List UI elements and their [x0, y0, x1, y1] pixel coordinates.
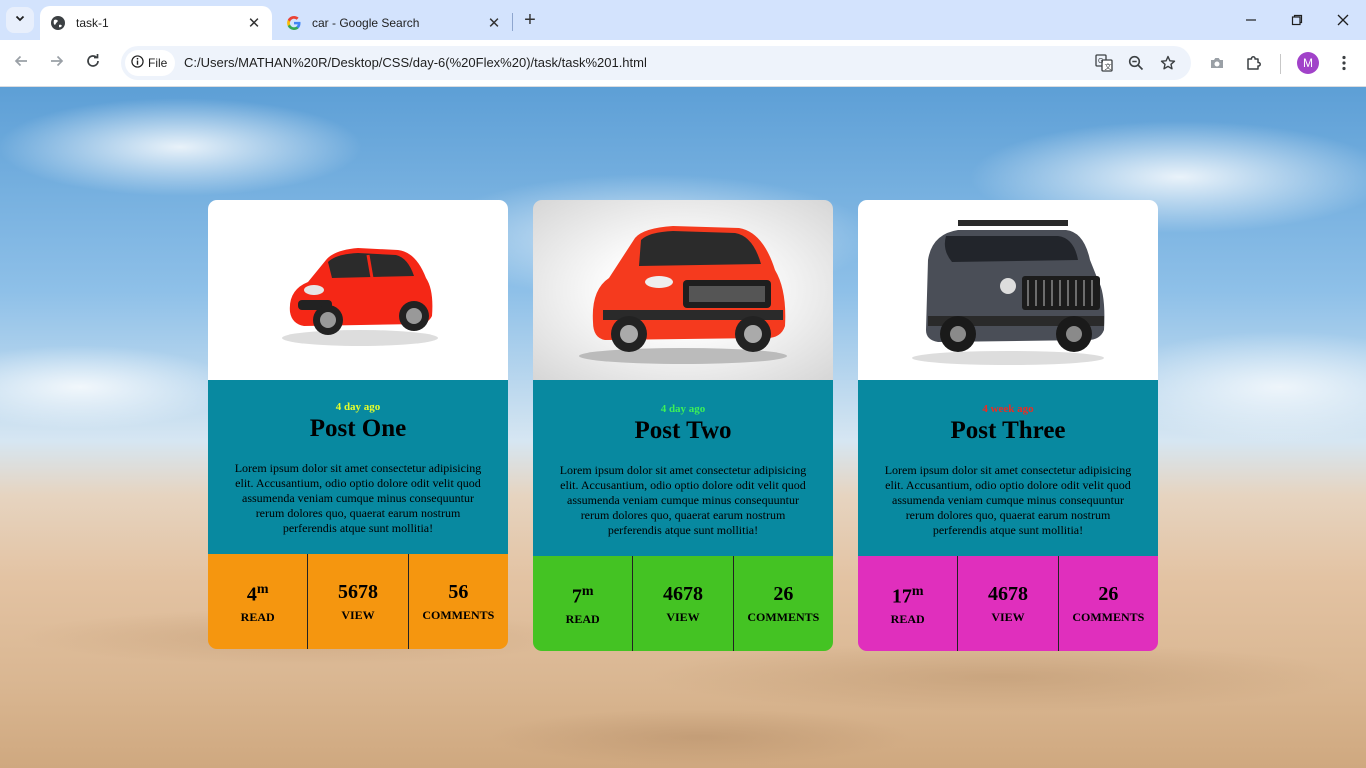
read-unit: m	[256, 581, 269, 597]
file-label: File	[148, 56, 168, 70]
post-card-3: 4 week ago Post Three Lorem ipsum dolor …	[858, 200, 1158, 651]
post-age: 4 day ago	[335, 401, 381, 413]
comments-value: 26	[773, 583, 794, 605]
info-icon	[131, 55, 144, 71]
bookmark-star-icon[interactable]	[1157, 52, 1179, 74]
gray-offroader-car-icon	[912, 220, 1105, 365]
tab-title: task-1	[76, 16, 109, 30]
comments-value: 26	[1098, 583, 1119, 605]
chevron-down-icon	[14, 11, 26, 29]
post-text: Lorem ipsum dolor sit amet consectetur a…	[559, 463, 807, 537]
stat-comments: 26 COMMENTS	[1059, 556, 1158, 651]
red-suv-car-icon	[579, 226, 787, 364]
card-body: 4 week ago Post Three Lorem ipsum dolor …	[858, 380, 1158, 556]
forward-button[interactable]	[44, 50, 70, 76]
post-text: Lorem ipsum dolor sit amet consectetur a…	[234, 461, 482, 535]
read-label: READ	[565, 612, 600, 627]
toolbar-divider	[1280, 54, 1281, 74]
tab-search-button[interactable]	[6, 7, 34, 33]
tab-strip: task-1 ✕ car - Google Search ✕ +	[0, 0, 1366, 40]
restore-button[interactable]	[1274, 0, 1320, 40]
view-label: VIEW	[991, 610, 1025, 624]
globe-icon	[50, 15, 66, 31]
close-tab-icon[interactable]: ✕	[244, 13, 264, 33]
read-unit: m	[911, 583, 924, 599]
card-body: 4 day ago Post One Lorem ipsum dolor sit…	[208, 380, 508, 554]
comments-label: COMMENTS	[747, 610, 820, 624]
google-icon	[286, 15, 302, 31]
more-menu-icon[interactable]	[1333, 52, 1355, 74]
stat-view: 4678 VIEW	[633, 556, 734, 651]
post-card-1: 4 day ago Post One Lorem ipsum dolor sit…	[208, 200, 508, 649]
stat-read: 4m READ	[208, 554, 309, 649]
translate-icon[interactable]: G文	[1093, 52, 1115, 74]
car-image	[533, 200, 833, 380]
read-label: READ	[240, 610, 275, 625]
extensions-icon[interactable]	[1243, 52, 1265, 74]
tab-title: car - Google Search	[312, 16, 420, 30]
view-value: 4678	[987, 583, 1028, 605]
read-number: 17	[891, 585, 912, 608]
post-title: Post Two	[634, 417, 732, 444]
card-body: 4 day ago Post Two Lorem ipsum dolor sit…	[533, 380, 833, 556]
browser-toolbar: File C:/Users/MATHAN%20R/Desktop/CSS/day…	[0, 40, 1366, 87]
view-value: 4678	[662, 583, 703, 605]
read-number: 7	[571, 585, 582, 608]
page-viewport: 4 day ago Post One Lorem ipsum dolor sit…	[0, 87, 1366, 768]
read-unit: m	[581, 583, 594, 599]
read-value: 4m	[247, 578, 269, 607]
read-value: 7m	[572, 580, 594, 609]
tab-task-1[interactable]: task-1 ✕	[40, 6, 272, 40]
tab-car-google-search[interactable]: car - Google Search ✕	[276, 6, 512, 40]
read-number: 4	[246, 583, 257, 606]
post-title: Post Three	[950, 417, 1066, 444]
new-tab-button[interactable]: +	[519, 9, 541, 31]
post-stats: 7m READ 4678 VIEW 26 COMMENTS	[533, 556, 833, 651]
post-text: Lorem ipsum dolor sit amet consectetur a…	[884, 463, 1132, 537]
post-age: 4 day ago	[660, 403, 706, 415]
stat-view: 5678 VIEW	[308, 554, 409, 649]
zoom-icon[interactable]	[1125, 52, 1147, 74]
post-card-2: 4 day ago Post Two Lorem ipsum dolor sit…	[533, 200, 833, 651]
stat-read: 7m READ	[533, 556, 634, 651]
back-button[interactable]	[8, 50, 34, 76]
comments-label: COMMENTS	[1072, 610, 1145, 624]
reload-icon	[85, 53, 101, 74]
arrow-right-icon	[49, 53, 65, 74]
post-title: Post One	[309, 415, 407, 442]
close-tab-icon[interactable]: ✕	[484, 13, 504, 33]
site-info-chip[interactable]: File	[125, 50, 175, 76]
comments-label: COMMENTS	[422, 608, 495, 622]
tab-divider	[512, 13, 513, 31]
close-window-button[interactable]	[1320, 0, 1366, 40]
red-hatchback-car-icon	[282, 248, 438, 346]
svg-text:文: 文	[1105, 62, 1112, 71]
reload-button[interactable]	[80, 50, 106, 76]
post-stats: 4m READ 5678 VIEW 56 COMMENTS	[208, 554, 508, 649]
read-value: 17m	[892, 580, 924, 609]
stat-read: 17m READ	[858, 556, 959, 651]
address-bar[interactable]: File C:/Users/MATHAN%20R/Desktop/CSS/day…	[121, 46, 1191, 80]
url-text[interactable]: C:/Users/MATHAN%20R/Desktop/CSS/day-6(%2…	[184, 55, 647, 70]
view-label: VIEW	[341, 608, 375, 622]
stat-comments: 56 COMMENTS	[409, 554, 508, 649]
profile-avatar[interactable]: M	[1297, 52, 1319, 74]
stat-comments: 26 COMMENTS	[734, 556, 833, 651]
car-image	[858, 200, 1158, 380]
camera-icon[interactable]	[1206, 52, 1228, 74]
view-value: 5678	[337, 581, 378, 603]
comments-value: 56	[448, 581, 469, 603]
post-stats: 17m READ 4678 VIEW 26 COMMENTS	[858, 556, 1158, 651]
stat-view: 4678 VIEW	[958, 556, 1059, 651]
view-label: VIEW	[666, 610, 700, 624]
minimize-button[interactable]	[1228, 0, 1274, 40]
arrow-left-icon	[13, 53, 29, 74]
svg-text:G: G	[1098, 58, 1103, 65]
car-image	[208, 200, 508, 380]
avatar-letter: M	[1303, 56, 1313, 70]
read-label: READ	[890, 612, 925, 627]
post-age: 4 week ago	[982, 403, 1034, 415]
